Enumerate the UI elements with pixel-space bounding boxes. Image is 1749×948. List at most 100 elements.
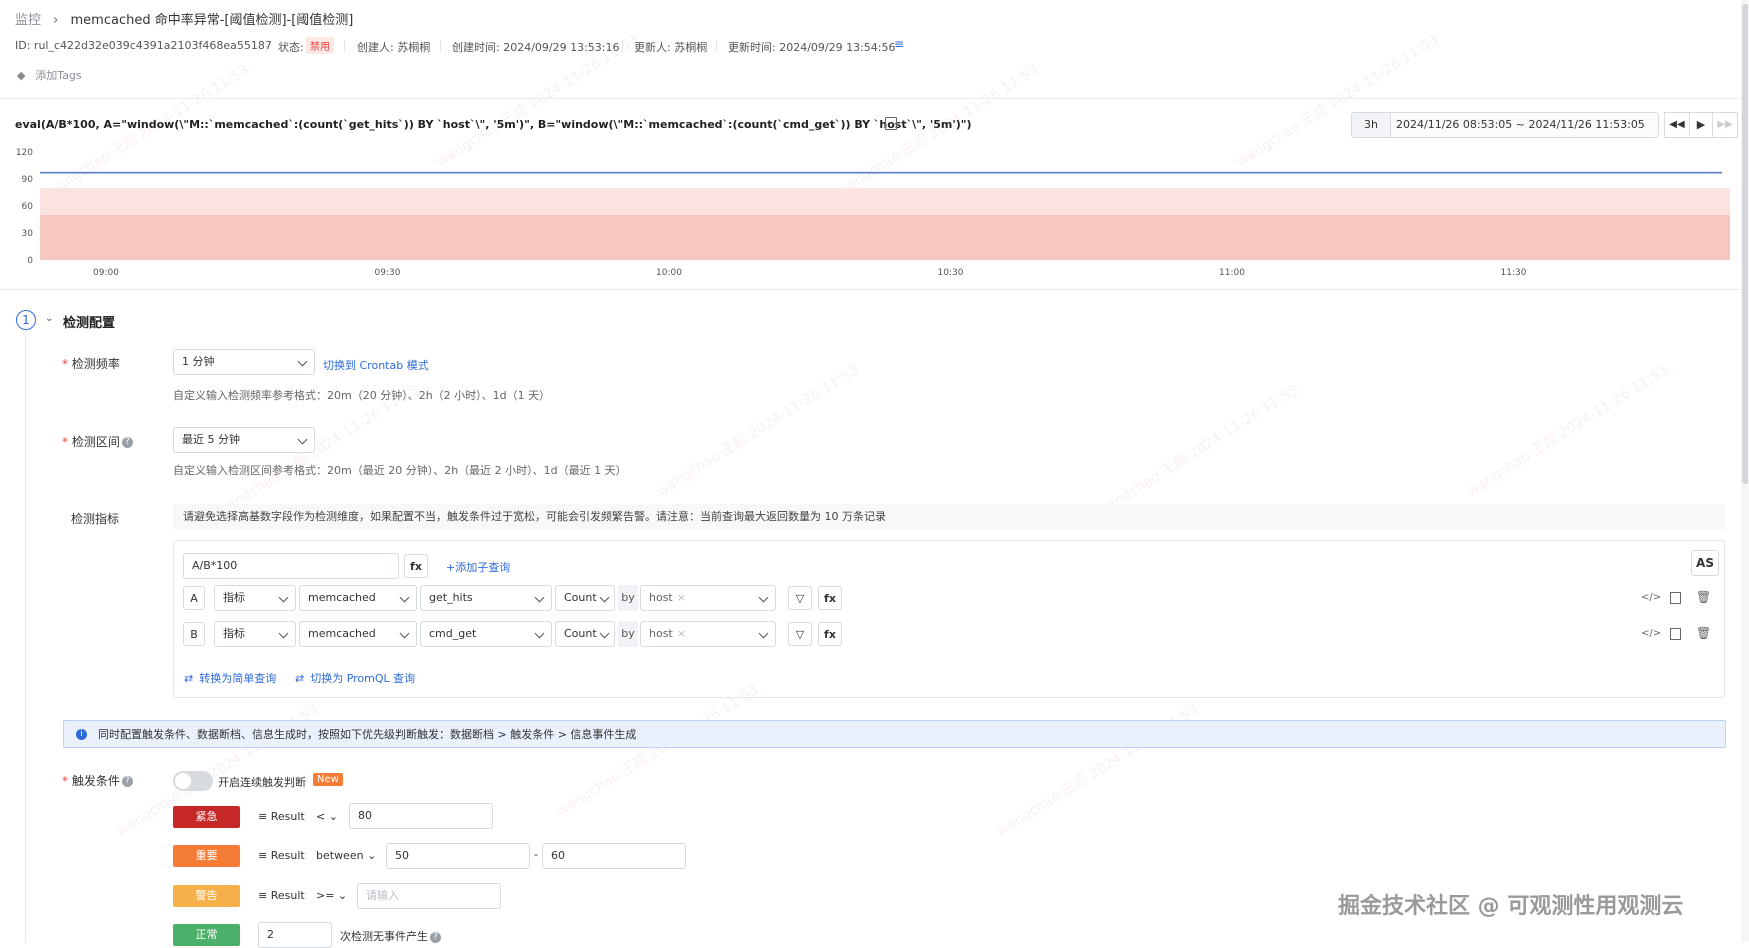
scrollbar-thumb[interactable] — [1742, 4, 1748, 484]
operator-select[interactable]: >= ⌄ — [316, 889, 347, 902]
frequency-label: * 检测频率 — [62, 357, 120, 371]
forward-icon[interactable]: ▶▶ — [1712, 112, 1738, 138]
operator-select[interactable]: between ⌄ — [316, 849, 376, 862]
help-icon: ? — [121, 437, 133, 448]
watermark-text: wangchao 王超 2024-11-26 11:53 — [1094, 381, 1302, 520]
tag-icon: ◆ — [17, 69, 26, 82]
important-threshold-min[interactable]: 50 — [386, 843, 530, 869]
section-title: 检测配置 — [63, 316, 116, 331]
priority-info-banner: i 同时配置触发条件、数据断档、信息生成时，按照如下优先级判断触发：数据断档 >… — [63, 720, 1726, 748]
add-tags[interactable]: ◆ 添加Tags — [17, 67, 82, 83]
copy-icon[interactable] — [1670, 592, 1681, 604]
fx-button[interactable]: fx — [404, 554, 428, 578]
breadcrumb: 监控 › memcached 命中率异常-[阈值检测]-[阈值检测] — [15, 9, 353, 28]
code-icon[interactable]: </> — [1641, 592, 1661, 603]
query-key: A — [183, 586, 205, 610]
switch-crontab-link[interactable]: 切换到 Crontab 模式 — [323, 357, 429, 373]
operator-select[interactable]: < ⌄ — [316, 810, 338, 823]
copy-icon[interactable] — [1670, 628, 1681, 640]
watermark-text: wangchao 王超 2024-11-26 11:53 — [554, 681, 762, 820]
section-step-number: 1 — [16, 310, 36, 330]
page-title: memcached 命中率异常-[阈值检测]-[阈值检测] — [70, 13, 354, 28]
fx-button[interactable]: fx — [818, 586, 842, 610]
x-tick-label: 09:00 — [93, 268, 119, 278]
switch-icon: ⇄ — [295, 672, 305, 685]
group-by-select[interactable]: host × — [640, 621, 776, 647]
time-range-text: 2024/11/26 08:53:05 ~ 2024/11/26 11:53:0… — [1396, 118, 1645, 131]
breadcrumb-root[interactable]: 监控 — [15, 13, 41, 28]
as-button[interactable]: AS — [1691, 550, 1719, 576]
history-icon[interactable]: ≡ — [894, 37, 904, 51]
query-expression: eval(A/B*100, A="window(\"M::`memcached`… — [15, 118, 972, 131]
new-badge: New — [313, 773, 343, 786]
copy-icon[interactable] — [885, 117, 897, 130]
y-tick-label: 120 — [16, 148, 33, 158]
level-warning-badge: 警告 — [173, 885, 240, 907]
scrollbar-track[interactable] — [1741, 0, 1749, 942]
group-by-select[interactable]: host × — [640, 585, 776, 611]
source-type-select[interactable]: 指标 — [214, 621, 296, 647]
x-tick-label: 10:30 — [938, 268, 964, 278]
chevron-down-icon[interactable]: ⌄ — [45, 313, 53, 324]
code-icon[interactable]: </> — [1641, 628, 1661, 639]
field-select[interactable]: get_hits — [420, 585, 552, 611]
aggregation-select[interactable]: Count — [555, 621, 615, 647]
rewind-icon[interactable]: ◀◀ — [1664, 112, 1690, 138]
frequency-value: 1 分钟 — [182, 355, 215, 368]
result-label: ≡ Result — [258, 889, 305, 902]
creator: 创建人: 苏桐桐 — [357, 41, 431, 54]
play-icon[interactable]: ▶ — [1689, 112, 1713, 138]
status-label: 状态: — [278, 41, 304, 54]
frequency-select[interactable]: 1 分钟 — [173, 349, 315, 375]
help-icon: ? — [121, 776, 133, 787]
community-watermark: 掘金技术社区 @ 可观测性用观测云 — [1338, 894, 1684, 919]
watermark-text: wangchao 王超 2024-11-26 11:53 — [654, 361, 862, 500]
convert-simple-link[interactable]: ⇄ 转换为简单查询 — [184, 670, 276, 686]
metrics-warning: 请避免选择高基数字段作为检测维度，如果配置不当，触发条件过于宽松，可能会引发频繁… — [173, 504, 1725, 530]
important-threshold-max[interactable]: 60 — [542, 843, 686, 869]
filter-icon[interactable]: ▽ — [788, 622, 812, 646]
updated-at: 更新时间: 2024/09/29 13:54:56 — [728, 41, 896, 54]
result-label: ≡ Result — [258, 849, 305, 862]
query-key: B — [183, 622, 205, 646]
field-select[interactable]: cmd_get — [420, 621, 552, 647]
switch-icon: ⇄ — [184, 672, 194, 685]
time-quick-select[interactable]: 3h — [1352, 113, 1391, 137]
chevron-right-icon: › — [53, 13, 59, 28]
metrics-label: 检测指标 — [71, 512, 120, 526]
help-icon: ? — [430, 931, 441, 943]
warning-threshold-input[interactable]: 请输入 — [357, 883, 501, 909]
chevron-down-icon — [297, 434, 308, 445]
measurement-select[interactable]: memcached — [299, 585, 417, 611]
section-line — [25, 331, 26, 942]
measurement-select[interactable]: memcached — [299, 621, 417, 647]
x-tick-label: 09:30 — [375, 268, 401, 278]
filter-icon[interactable]: ▽ — [788, 586, 812, 610]
fx-button[interactable]: fx — [818, 622, 842, 646]
created-at: 创建时间: 2024/09/29 13:53:16 — [452, 41, 620, 54]
interval-value: 最近 5 分钟 — [182, 433, 240, 446]
info-icon: i — [76, 729, 87, 740]
interval-select[interactable]: 最近 5 分钟 — [173, 427, 315, 453]
interval-label: * 检测区间? — [62, 433, 133, 450]
source-type-select[interactable]: 指标 — [214, 585, 296, 611]
threshold-chart: 120 90 60 30 0 09:00 09:30 10:00 10:30 11:00 11:3… — [16, 148, 1730, 278]
time-range-picker[interactable]: 3h 2024/11/26 08:53:05 ~ 2024/11/26 11:5… — [1351, 112, 1659, 138]
formula-input[interactable]: A/B*100 — [183, 553, 399, 579]
watermark-text: wangchao 王超 2024-11-26 11:53 — [1464, 361, 1672, 500]
by-label: by — [618, 621, 638, 647]
y-tick-label: 30 — [22, 229, 34, 239]
aggregation-select[interactable]: Count — [555, 585, 615, 611]
add-subquery-link[interactable]: +添加子查询 — [446, 559, 510, 575]
y-tick-label: 90 — [22, 175, 34, 185]
threshold-band — [40, 188, 1730, 215]
list-icon: ≡ — [258, 849, 271, 862]
continuous-trigger-toggle[interactable] — [173, 771, 213, 791]
x-tick-label: 10:00 — [656, 268, 682, 278]
switch-promql-link[interactable]: ⇄ 切换为 PromQL 查询 — [295, 670, 415, 686]
trash-icon[interactable]: 🗑 — [1696, 590, 1711, 604]
critical-threshold-input[interactable]: 80 — [349, 803, 493, 829]
normal-count-input[interactable]: 2 — [258, 922, 332, 948]
trash-icon[interactable]: 🗑 — [1696, 626, 1711, 640]
result-label: ≡ Result — [258, 810, 305, 823]
